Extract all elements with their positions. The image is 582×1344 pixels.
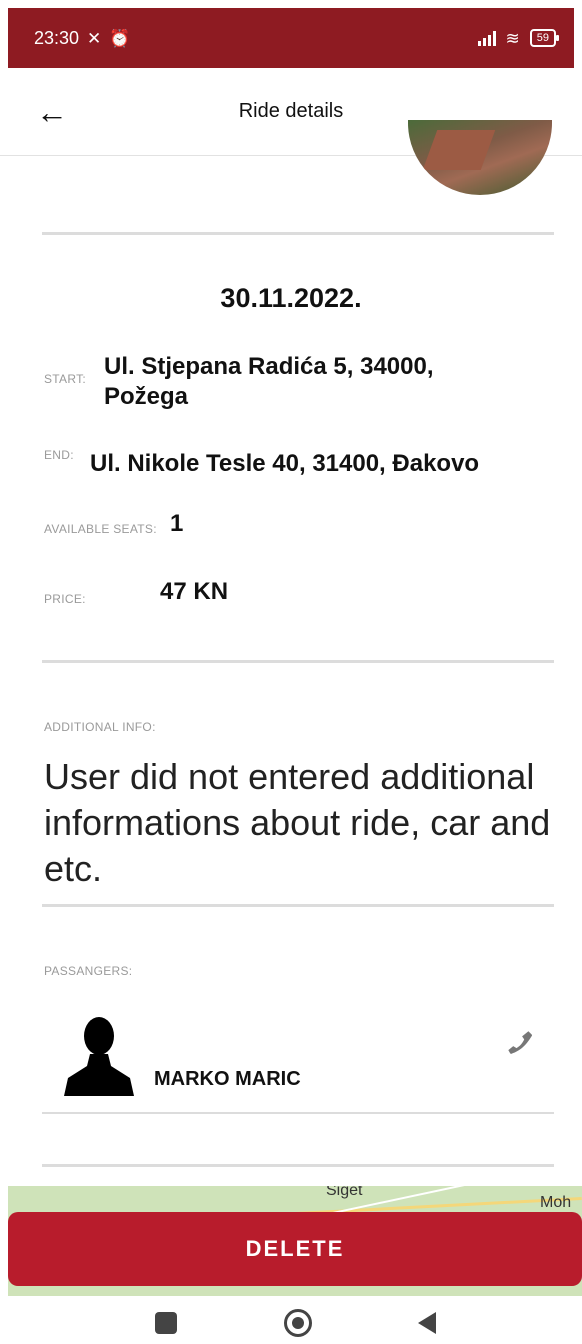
driver-photo [408, 120, 552, 195]
map-label: Moh [540, 1194, 572, 1211]
divider [42, 232, 554, 235]
seats-value: 1 [170, 510, 184, 537]
end-label: END: [44, 448, 74, 462]
phone-icon[interactable] [506, 1028, 534, 1056]
additional-info-text: User did not entered additional informat… [44, 756, 551, 889]
passenger-name: MARKO MARIC [154, 1068, 301, 1090]
ride-date: 30.11.2022. [220, 283, 362, 313]
divider [42, 1164, 554, 1167]
system-back-button[interactable] [418, 1312, 436, 1334]
person-silhouette-icon [64, 1017, 134, 1096]
recent-apps-button[interactable] [155, 1312, 177, 1334]
signal-icon [477, 30, 496, 46]
start-address: Ul. Stjepana Radića 5, 34000, Požega [104, 353, 434, 410]
system-nav-bar [0, 1296, 582, 1344]
map-label: Siget [326, 1186, 363, 1199]
battery-icon: 59 [529, 29, 560, 47]
price-label: PRICE: [44, 592, 86, 606]
end-address: Ul. Nikole Tesle 40, 31400, Đakovo [90, 450, 480, 477]
alarm-icon: ⏰ [109, 28, 131, 48]
home-button[interactable] [284, 1309, 312, 1337]
divider [42, 1112, 554, 1114]
divider [42, 660, 554, 663]
passengers-label: PASSANGERS: [44, 964, 133, 978]
price-value: 47 KN [160, 578, 229, 605]
delete-button[interactable]: DELETE [8, 1212, 582, 1286]
notifications-off-icon: ✕ [87, 28, 102, 48]
divider [42, 904, 554, 907]
start-label: START: [44, 372, 87, 386]
seats-label: AVAILABLE SEATS: [44, 522, 157, 536]
wifi-icon: ≋ [505, 28, 520, 48]
status-bar: 23:30 ✕ ⏰ ≋ 59 [8, 8, 574, 68]
additional-info-label: ADDITIONAL INFO: [44, 720, 156, 734]
status-time: 23:30 [34, 27, 80, 48]
